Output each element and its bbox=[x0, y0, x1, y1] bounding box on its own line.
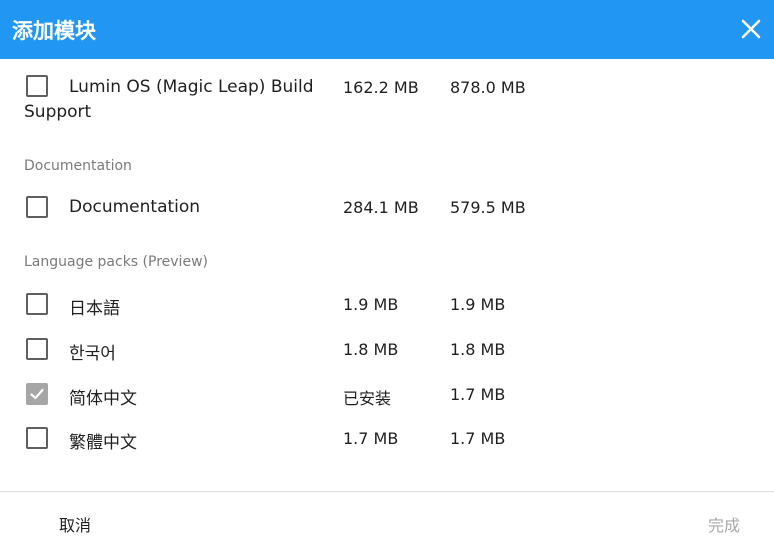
checkbox-japanese[interactable] bbox=[26, 293, 48, 315]
done-button[interactable]: 完成 bbox=[708, 512, 740, 536]
module-name: 繁體中文 bbox=[69, 433, 137, 453]
module-name: Documentation bbox=[69, 197, 201, 217]
section-title-language-packs: Language packs (Preview) bbox=[24, 254, 208, 270]
module-name-line2: Support bbox=[24, 102, 92, 122]
install-size: 878.0 MB bbox=[450, 78, 526, 97]
download-size: 1.7 MB bbox=[343, 429, 399, 448]
checkbox-documentation[interactable] bbox=[26, 196, 48, 218]
module-name: 日本語 bbox=[69, 299, 120, 319]
dialog-header: 添加模块 bbox=[0, 0, 774, 59]
footer-divider bbox=[0, 491, 774, 492]
section-title-documentation: Documentation bbox=[24, 158, 132, 174]
checkbox-traditional-chinese[interactable] bbox=[26, 427, 48, 449]
close-button[interactable] bbox=[736, 14, 766, 44]
dialog-title: 添加模块 bbox=[12, 18, 96, 43]
checkmark-icon bbox=[30, 388, 44, 400]
install-size: 1.7 MB bbox=[450, 429, 506, 448]
install-size: 579.5 MB bbox=[450, 198, 526, 217]
module-name: 한국어 bbox=[69, 344, 116, 364]
checkbox-simplified-chinese[interactable] bbox=[26, 383, 48, 405]
download-size: 162.2 MB bbox=[343, 78, 419, 97]
install-size: 1.8 MB bbox=[450, 340, 506, 359]
install-size: 1.7 MB bbox=[450, 385, 506, 404]
download-size: 1.8 MB bbox=[343, 340, 399, 359]
download-size: 已安装 bbox=[343, 389, 392, 408]
cancel-button[interactable]: 取消 bbox=[59, 512, 91, 536]
module-name-line1: Lumin OS (Magic Leap) Build bbox=[69, 77, 314, 97]
close-icon bbox=[741, 19, 761, 39]
checkbox-lumin-os[interactable] bbox=[26, 75, 48, 97]
download-size: 284.1 MB bbox=[343, 198, 419, 217]
module-list[interactable]: Lumin OS (Magic Leap) Build Support 162.… bbox=[0, 59, 774, 491]
download-size: 1.9 MB bbox=[343, 295, 399, 314]
checkbox-korean[interactable] bbox=[26, 338, 48, 360]
module-name: 简体中文 bbox=[69, 389, 137, 409]
install-size: 1.9 MB bbox=[450, 295, 506, 314]
